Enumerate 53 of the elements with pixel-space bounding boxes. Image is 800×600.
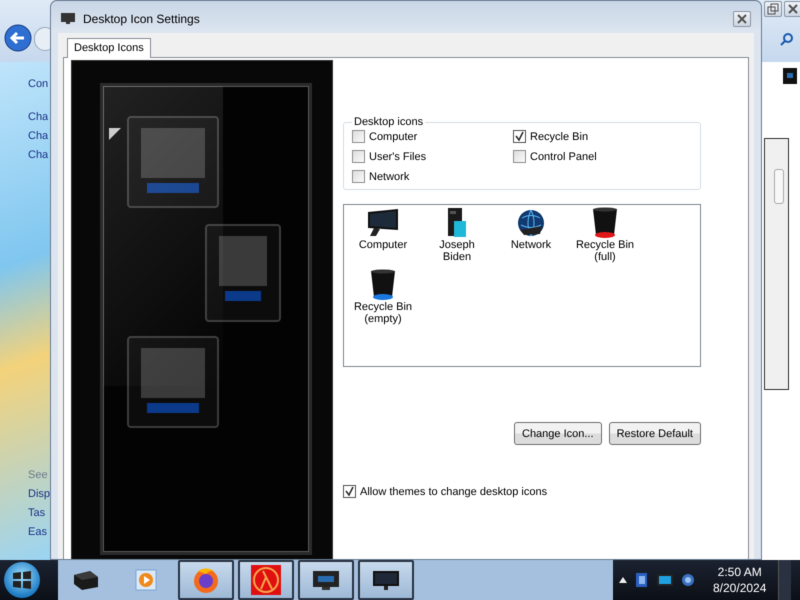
clock-time: 2:50 AM [718,564,762,580]
icon-item[interactable]: Joseph Biden [420,207,494,263]
checkbox[interactable]: Network [352,170,513,183]
see-also-heading: See [28,469,49,481]
side-link[interactable]: Cha [28,130,50,142]
dialog-button[interactable]: Restore Default [608,422,701,445]
icon-item[interactable]: Computer [346,207,420,263]
monitor-icon[interactable] [657,574,673,586]
monitor-icon [61,13,75,24]
checkbox[interactable]: Control Panel [513,150,673,163]
window-title: Desktop Icon Settings [83,12,200,26]
globe-icon [516,207,546,239]
flag-icon [11,569,33,591]
checkbox[interactable]: Allow themes to change desktop icons [343,485,701,498]
checkbox[interactable]: Computer [352,130,513,143]
icon-item[interactable]: Network [494,207,568,263]
taskbar-app[interactable] [178,560,234,600]
media-player-icon [135,569,157,591]
checkmark-icon [344,486,355,497]
taskbar-app[interactable] [298,560,354,600]
recycle-bin-icon [370,269,396,301]
show-hidden-icons-icon[interactable] [619,577,627,583]
see-also-link[interactable]: Tas [28,507,50,519]
restore-button[interactable] [764,1,782,17]
scrollbar[interactable] [764,138,789,390]
monitor-icon [312,569,340,591]
recycle-bin-icon [592,207,618,239]
start-button[interactable] [4,562,40,598]
side-link[interactable]: Cha [28,149,50,161]
clock[interactable]: 2:50 AM 8/20/2024 [713,564,766,596]
icon-item[interactable]: Recycle Bin (full) [568,207,642,263]
monitor-icon [366,207,400,239]
clock-date: 8/20/2024 [713,580,766,596]
back-button[interactable] [4,24,32,52]
tab[interactable]: Desktop Icons [67,38,151,58]
checkmark-icon [514,131,525,142]
taskbar-app[interactable] [358,560,414,600]
taskbar-app[interactable] [238,560,294,600]
see-also-link[interactable]: Eas [28,526,50,538]
icon-item[interactable]: Recycle Bin (empty) [346,269,420,325]
checkbox[interactable]: User's Files [352,150,513,163]
side-link[interactable]: Cha [28,111,50,123]
group-title: Desktop icons [353,116,424,128]
monitor-icon [372,569,400,591]
close-button[interactable] [733,11,751,27]
lambda-icon [251,565,281,595]
monitor-icon [783,68,797,84]
dialog-button[interactable]: Change Icon... [514,422,602,445]
side-link[interactable]: Con [28,78,50,90]
close-button[interactable] [784,1,800,17]
checkbox[interactable]: Recycle Bin [513,130,673,143]
see-also-link[interactable]: Disp [28,488,50,500]
search-icon[interactable] [780,32,794,46]
